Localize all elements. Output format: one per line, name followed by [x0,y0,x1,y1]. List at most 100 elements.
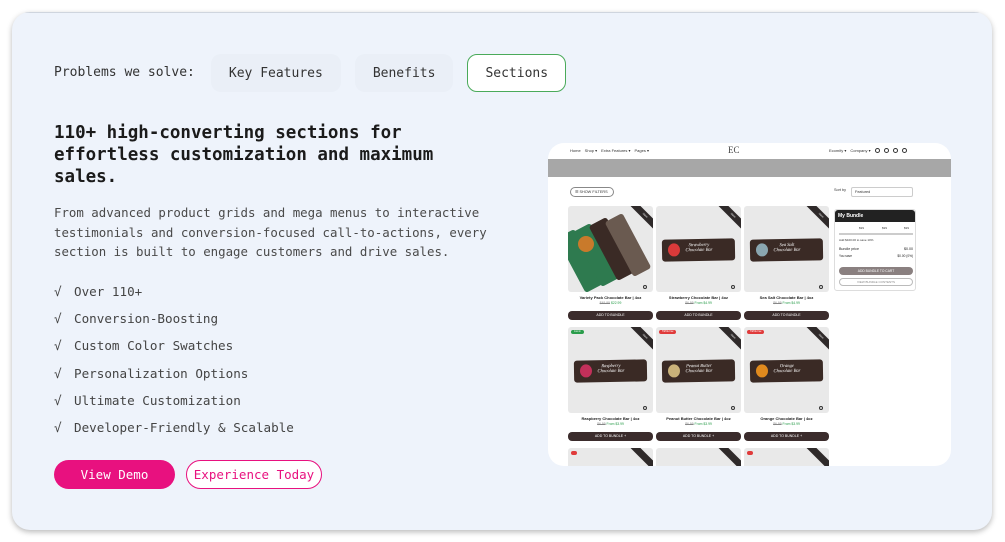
top-divider [12,12,992,13]
add-to-bundle-button[interactable]: ADD TO BUNDLE + [568,432,653,441]
product-price: $6.99 From $3.99 [656,422,741,426]
bar-label: Strawberry Chocolate Bar [685,241,713,253]
chocolate-bar-image: Strawberry Chocolate Bar [661,238,736,262]
tab-sections[interactable]: Sections [467,54,567,92]
product-price: $49.99 $22.99 [568,301,653,305]
old-price: $6.99 [685,301,694,305]
view-bundle-contents-button[interactable]: VIEW BUNDLE CONTENTS [839,278,913,286]
chocolate-bar-image: Peanut Butter Chocolate Bar [661,359,736,383]
status-badge-shape [571,451,577,455]
product-card[interactable]: Raspberry Chocolate Bar Save Just in Raspbe… [568,327,653,447]
new-price: From $3.99 [781,422,800,426]
product-price: $6.99 From $4.99 [744,301,829,305]
cart-icon[interactable] [901,148,907,153]
product-card[interactable]: Strawberry Chocolate Bar Save Strawberry C… [656,206,741,326]
preview-logo[interactable]: EC [728,145,740,155]
fruit-icon [578,236,594,252]
preview-nav-extra[interactable]: Extra Features ▾ [601,148,630,153]
experience-today-button[interactable]: Experience Today [186,460,322,489]
sale-ribbon: Save [717,327,741,352]
product-title[interactable]: Sea Salt Chocolate Bar | 4oz [744,295,829,300]
product-card[interactable]: Save Variety Pack Chocolate Bar | 4oz $49.… [568,206,653,326]
new-price: $22.99 [610,301,622,305]
bar-label: Raspberry Chocolate Bar [597,362,625,374]
product-card[interactable]: Peanut Butter Chocolate Bar Save TikTok Fa… [656,327,741,447]
view-demo-button[interactable]: View Demo [54,460,175,489]
preview-nav-pages[interactable]: Pages ▾ [635,148,649,153]
product-card[interactable]: Sea Salt Chocolate Bar Save Sea Salt Choco… [744,206,829,326]
sections-card: Problems we solve: Key Features Benefits… [12,12,992,530]
product-image[interactable] [568,448,653,466]
product-grid: Save Variety Pack Chocolate Bar | 4oz $49.… [568,206,829,466]
sort-select[interactable]: Featured [851,187,913,197]
add-to-bundle-button[interactable]: ADD TO BUNDLE [656,311,741,320]
preview-navbar: Home Shop ▾ Extra Features ▾ Pages ▾ EC … [548,143,951,159]
product-image[interactable]: Strawberry Chocolate Bar Save [656,206,741,292]
add-to-bundle-button[interactable]: ADD TO BUNDLE + [744,432,829,441]
bar-label: Sea Salt Chocolate Bar [773,241,801,253]
bar-label: Peanut Butter Chocolate Bar [685,362,713,374]
product-title[interactable]: Variety Pack Chocolate Bar | 4oz [568,295,653,300]
product-image[interactable] [744,448,829,466]
add-to-bundle-button[interactable]: ADD TO BUNDLE [568,311,653,320]
product-image[interactable]: Sea Salt Chocolate Bar Save [744,206,829,292]
heart-icon[interactable] [819,285,823,289]
tab-benefits[interactable]: Benefits [354,54,454,92]
new-price: From $4.99 [693,301,712,305]
status-badge: TikTok Fav [659,330,677,334]
new-price: From $4.99 [781,301,800,305]
wishlist-icon[interactable] [892,148,898,153]
check-icon: √ [54,392,62,408]
status-badge: TikTok Fav [747,330,765,334]
add-to-bundle-button[interactable]: ADD TO BUNDLE [744,311,829,320]
heart-icon[interactable] [731,285,735,289]
list-item: √ Developer-Friendly & Scalable [54,418,294,445]
add-bundle-to-cart-button[interactable]: ADD BUNDLE TO CART [839,267,913,275]
search-icon[interactable] [874,148,880,153]
tab-key-features[interactable]: Key Features [210,54,341,92]
product-price: $6.99 From $3.99 [568,422,653,426]
preview-nav-home[interactable]: Home [570,148,581,153]
product-image[interactable]: Save [568,206,653,292]
add-to-bundle-button[interactable]: ADD TO BUNDLE + [656,432,741,441]
chocolate-bar-image: Orange Chocolate Bar [749,359,824,383]
bundle-title: My Bundle [835,210,915,222]
heart-icon[interactable] [643,285,647,289]
account-icon[interactable] [883,148,889,153]
heart-icon[interactable] [819,406,823,410]
product-price: $6.99 From $4.99 [656,301,741,305]
preview-banner [548,159,951,177]
product-title[interactable]: Peanut Butter Chocolate Bar | 4oz [656,416,741,421]
product-image[interactable]: Orange Chocolate Bar Save TikTok Fav [744,327,829,413]
preview-nav-ecomify[interactable]: Ecomify ▾ [829,148,846,153]
bundle-price-row: Bundle price $0.00 [839,247,913,251]
chocolate-bar-image: Raspberry Chocolate Bar [573,359,648,383]
heart-icon[interactable] [643,406,647,410]
sort-label: Sort by [834,188,847,192]
show-filters-button[interactable]: ☰ SHOW FILTERS [570,187,614,197]
heart-icon[interactable] [731,406,735,410]
section-headline: 110+ high-converting sections for effort… [54,123,434,187]
product-image[interactable]: Raspberry Chocolate Bar Save Just in [568,327,653,413]
product-image[interactable]: Peanut Butter Chocolate Bar Save TikTok Fa… [656,327,741,413]
preview-nav-shop[interactable]: Shop ▾ [585,148,597,153]
check-icon: √ [54,284,62,299]
sale-ribbon-shape [629,448,653,466]
check-icon: √ [54,338,62,354]
old-price: $6.99 [773,301,782,305]
list-item: √ Personalization Options [54,364,294,391]
old-price: $6.99 [685,422,694,426]
product-card[interactable]: Orange Chocolate Bar Save TikTok Fav Orange… [744,327,829,447]
preview-nav-company[interactable]: Company ▾ [850,148,870,153]
new-price: From $3.99 [693,422,712,426]
bundle-save-row: You save $0.00 (0%) [839,254,913,258]
product-title[interactable]: Raspberry Chocolate Bar | 4oz [568,416,653,421]
variety-pack-image [568,206,653,292]
product-title[interactable]: Strawberry Chocolate Bar | 4oz [656,295,741,300]
flavor-icon [667,364,681,378]
bundle-add-line: Add $100.00 to save 10% [839,238,874,242]
product-image[interactable] [656,448,741,466]
bundle-tiers: $99 $99 $99 [859,226,910,230]
old-price: $49.99 [599,301,611,305]
product-title[interactable]: Orange Chocolate Bar | 4oz [744,416,829,421]
